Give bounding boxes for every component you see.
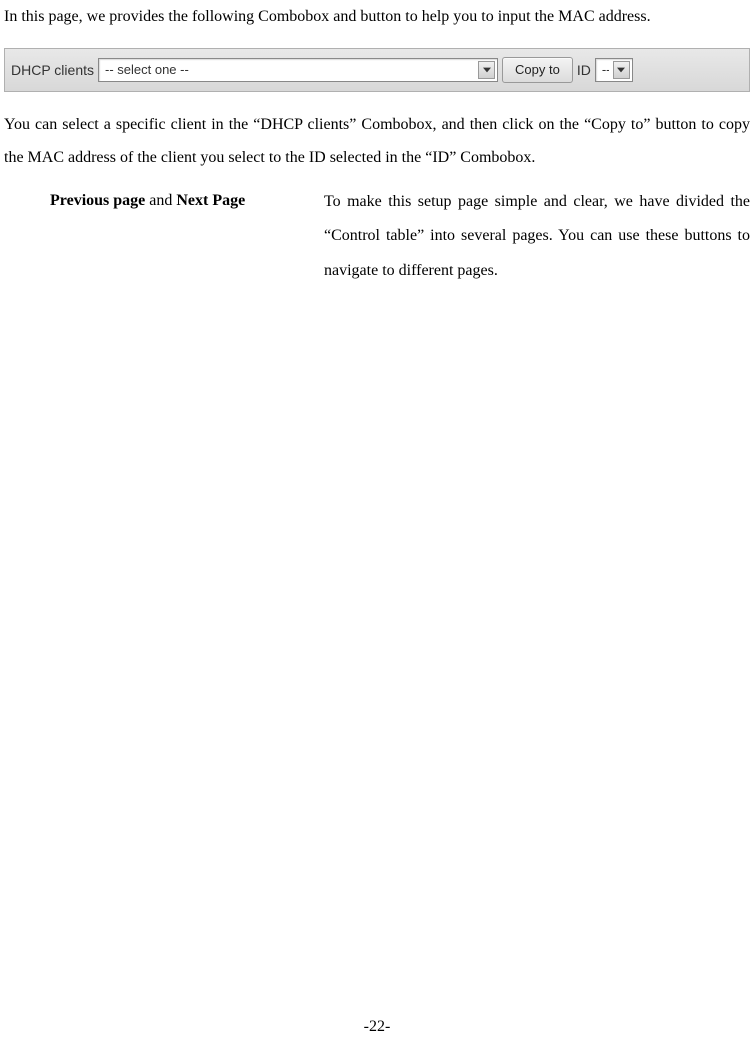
- dhcp-clients-combobox[interactable]: -- select one --: [98, 58, 498, 82]
- section-row: Previous page and Next Page To make this…: [4, 183, 750, 288]
- copy-to-label: Copy to: [515, 62, 560, 77]
- id-combobox[interactable]: --: [595, 58, 633, 82]
- dropdown-arrow-icon[interactable]: [478, 61, 495, 79]
- copy-to-button[interactable]: Copy to: [502, 57, 573, 83]
- id-label: ID: [577, 62, 591, 78]
- explain-paragraph: You can select a specific client in the …: [4, 108, 750, 175]
- id-selected: --: [602, 62, 609, 77]
- page-number: -22-: [0, 1018, 754, 1036]
- section-heading-cell: Previous page and Next Page: [4, 183, 324, 217]
- dropdown-arrow-icon[interactable]: [613, 61, 630, 79]
- and-text: and: [145, 192, 176, 209]
- intro-paragraph: In this page, we provides the following …: [4, 0, 750, 34]
- dhcp-clients-label: DHCP clients: [11, 62, 94, 78]
- next-page-label: Next Page: [176, 192, 245, 209]
- dhcp-clients-selected: -- select one --: [105, 62, 474, 77]
- dhcp-ui-panel: DHCP clients -- select one -- Copy to ID…: [4, 48, 750, 92]
- prev-page-label: Previous page: [50, 192, 145, 209]
- section-description: To make this setup page simple and clear…: [324, 183, 750, 288]
